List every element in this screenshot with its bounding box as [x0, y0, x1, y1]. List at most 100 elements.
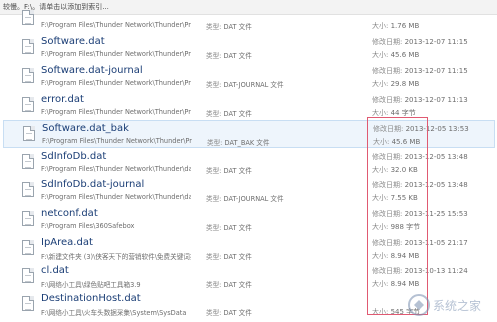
- size-label: 大小:: [372, 80, 389, 88]
- type-label: 类型:: [206, 110, 222, 118]
- file-name[interactable]: IpArea.dat: [41, 237, 93, 248]
- size-value: 8.94 MB: [390, 252, 420, 260]
- file-icon: [22, 68, 34, 83]
- file-icon: [22, 182, 34, 197]
- date-label: 修改日期:: [372, 96, 403, 104]
- file-type: 类型: DAT-JOURNAL 文件: [206, 193, 284, 203]
- result-row[interactable]: DestinationHost.dat F:\网络小工具\火车头数据采集\Syst…: [3, 291, 495, 319]
- date-label: 修改日期:: [372, 267, 403, 275]
- file-size: 大小: 545 字节: [372, 307, 420, 317]
- result-row[interactable]: error.dat F:\Program Files\Thunder Networ…: [3, 92, 495, 120]
- type-value: DAT 文件: [223, 253, 252, 261]
- file-size: 大小: 8.94 MB: [372, 279, 419, 289]
- file-path: F:\Program Files\Thunder Network\Thunder…: [41, 165, 191, 173]
- file-size: 大小: 7.55 KB: [372, 193, 418, 203]
- file-path: F:\Program Files\Thunder Network\Thunder…: [41, 193, 191, 201]
- file-type: 类型: DAT 文件: [206, 251, 252, 261]
- file-size: 大小: 44 字节: [372, 108, 416, 118]
- file-name[interactable]: Software.dat-journal: [41, 65, 143, 76]
- size-value: 32.0 KB: [390, 166, 418, 174]
- file-modified-date: 修改日期: 2013-12-07 11:15: [372, 37, 468, 47]
- file-icon: [22, 268, 34, 283]
- file-icon: [22, 97, 34, 112]
- file-type: 类型: DAT 文件: [206, 307, 252, 317]
- size-value: 545 字节: [390, 308, 421, 316]
- file-path: F:\网络小工具\绿色贴吧工具箱3.9: [41, 281, 141, 289]
- date-label: 修改日期:: [372, 67, 403, 75]
- type-label: 类型:: [206, 224, 222, 232]
- result-row[interactable]: IpArea.dat F:\新建文件夹 (3)\侠客天下的营销软件\免费关键词排.…: [3, 235, 495, 263]
- date-label: 修改日期:: [373, 125, 404, 133]
- file-modified-date: 修改日期: 2013-12-05 13:48: [372, 180, 468, 190]
- date-label: 修改日期:: [372, 181, 403, 189]
- file-modified-date: 修改日期: 2013-10-13 11:24: [372, 266, 468, 276]
- file-path: F:\新建文件夹 (3)\侠客天下的营销软件\免费关键词排...: [41, 253, 191, 261]
- result-row[interactable]: cl.dat F:\网络小工具\绿色贴吧工具箱3.9 类型: DAT 文件 修改日期:…: [3, 263, 495, 291]
- size-label: 大小:: [372, 51, 389, 59]
- file-modified-date: 修改日期: 2013-12-07 11:13: [372, 95, 468, 105]
- file-name[interactable]: DestinationHost.dat: [41, 293, 141, 304]
- size-value: 988 字节: [390, 223, 421, 231]
- file-name[interactable]: SdInfoDb.dat-journal: [41, 179, 144, 190]
- size-label: 大小:: [373, 138, 390, 146]
- file-type: 类型: DAT-JOURNAL 文件: [206, 79, 284, 89]
- file-path: F:\Program Files\Thunder Network\Thunder…: [41, 21, 191, 29]
- file-modified-date: 修改日期: 2013-11-25 15:53: [372, 209, 468, 219]
- result-row[interactable]: Software.dat F:\Program Files\Thunder Net…: [3, 34, 495, 62]
- file-size: 大小: 45.6 MB: [373, 137, 420, 147]
- size-label: 大小:: [372, 252, 389, 260]
- file-modified-date: 修改日期: 2013-11-05 21:17: [372, 238, 468, 248]
- file-name[interactable]: SdInfoDb.dat: [41, 151, 106, 162]
- date-value: 2013-12-05 13:48: [404, 153, 468, 161]
- type-label: 类型:: [206, 167, 222, 175]
- result-row[interactable]: SdInfoDb.dat F:\Program Files\Thunder Net…: [3, 149, 495, 177]
- type-value: DAT 文件: [223, 167, 252, 175]
- file-name[interactable]: Software.dat: [41, 36, 105, 47]
- type-label: 类型:: [206, 281, 222, 289]
- size-label: 大小:: [372, 194, 389, 202]
- size-label: 大小:: [372, 223, 389, 231]
- type-value: DAT 文件: [223, 224, 252, 232]
- result-row[interactable]: Software.dat-journal F:\Program Files\Thu…: [3, 63, 495, 91]
- size-value: 44 字节: [390, 109, 416, 117]
- file-size: 大小: 29.8 MB: [372, 79, 419, 89]
- file-path: F:\Program Files\Thunder Network\Thunder…: [41, 108, 191, 116]
- result-row[interactable]: SdInfoDb.dat-journal F:\Program Files\Thu…: [3, 177, 495, 205]
- file-name[interactable]: netconf.dat: [41, 208, 98, 219]
- type-label: 类型:: [206, 309, 222, 317]
- size-label: 大小:: [372, 280, 389, 288]
- file-size: 大小: 8.94 MB: [372, 251, 419, 261]
- file-type: 类型: DAT 文件: [206, 165, 252, 175]
- size-label: 大小:: [372, 308, 389, 316]
- size-label: 大小:: [372, 109, 389, 117]
- date-value: 2013-10-13 11:24: [404, 267, 468, 275]
- result-row[interactable]: F:\Program Files\Thunder Network\Thunder…: [3, 5, 495, 33]
- file-path: F:\网络小工具\火车头数据采集\System\SysData: [41, 309, 187, 317]
- file-size: 大小: 1.76 MB: [372, 21, 419, 31]
- date-label: 修改日期:: [372, 210, 403, 218]
- type-label: 类型:: [206, 253, 222, 261]
- file-size: 大小: 45.6 MB: [372, 50, 419, 60]
- file-icon: [22, 39, 34, 54]
- file-name[interactable]: error.dat: [41, 94, 84, 105]
- date-label: 修改日期:: [372, 153, 403, 161]
- file-icon: [23, 126, 35, 141]
- file-name[interactable]: cl.dat: [41, 265, 69, 276]
- date-value: 2013-12-07 11:15: [404, 38, 468, 46]
- file-icon: [22, 211, 34, 226]
- file-icon: [22, 240, 34, 255]
- result-row[interactable]: Software.dat_bak F:\Program Files\Thunder…: [3, 120, 495, 148]
- file-path: F:\Program Files\360Safebox: [41, 222, 135, 230]
- file-name[interactable]: Software.dat_bak: [42, 123, 129, 134]
- file-icon: [22, 154, 34, 169]
- file-type: 类型: DAT_BAK 文件: [207, 137, 269, 147]
- size-label: 大小:: [372, 166, 389, 174]
- type-value: DAT_BAK 文件: [224, 139, 270, 147]
- type-value: DAT 文件: [223, 52, 252, 60]
- size-label: 大小:: [372, 22, 389, 30]
- result-row[interactable]: netconf.dat F:\Program Files\360Safebox 类型…: [3, 206, 495, 234]
- type-value: DAT 文件: [223, 23, 252, 31]
- type-value: DAT 文件: [223, 309, 252, 317]
- type-label: 类型:: [206, 52, 222, 60]
- date-value: 2013-11-25 15:53: [404, 210, 468, 218]
